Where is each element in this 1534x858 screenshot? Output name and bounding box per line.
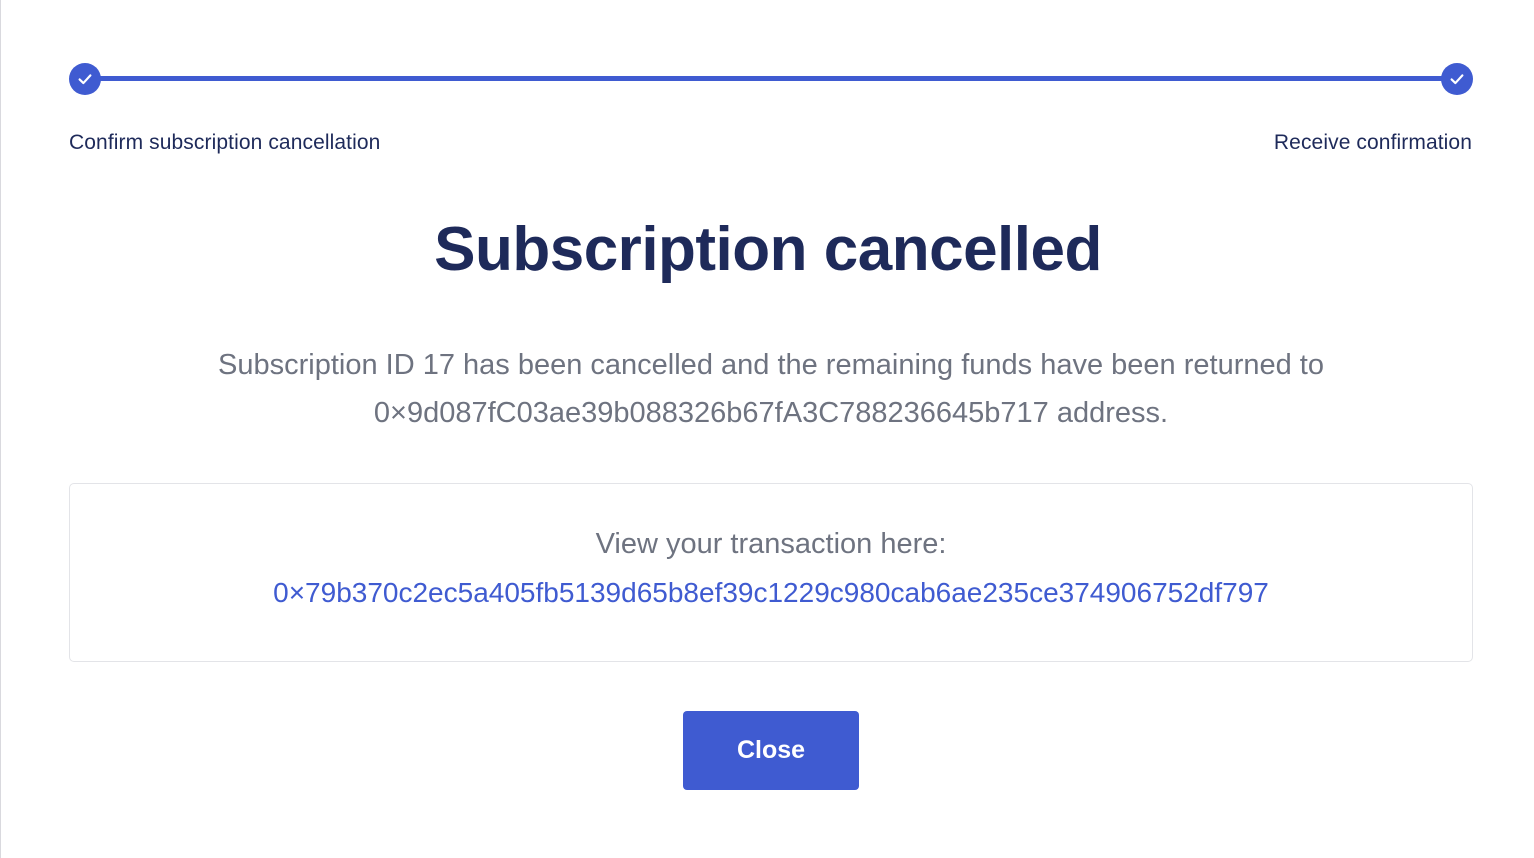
transaction-hash-link[interactable]: 0×79b370c2ec5a405fb5139d65b8ef39c1229c98… — [70, 577, 1472, 609]
step-label-receive: Receive confirmation — [1273, 131, 1472, 154]
progress-stepper — [69, 63, 1473, 95]
transaction-box: View your transaction here: 0×79b370c2ec… — [69, 483, 1473, 662]
check-icon — [1450, 74, 1464, 85]
close-button[interactable]: Close — [683, 711, 859, 790]
check-icon — [78, 74, 92, 85]
cancellation-modal: Confirm subscription cancellation Receiv… — [0, 0, 1534, 858]
message-line-1: Subscription ID 17 has been cancelled an… — [218, 349, 1324, 381]
step-complete-indicator-2 — [1441, 63, 1473, 95]
step-complete-indicator-1 — [69, 63, 101, 95]
modal-title: Subscription cancelled — [434, 215, 1102, 284]
step-label-confirm: Confirm subscription cancellation — [69, 131, 381, 154]
stepper-track — [85, 76, 1457, 81]
cancellation-message: Subscription ID 17 has been cancelled an… — [101, 341, 1441, 437]
message-line-2: 0×9d087fC03ae39b088326b67fA3C788236645b7… — [373, 397, 1169, 429]
transaction-label: View your transaction here: — [595, 528, 947, 560]
